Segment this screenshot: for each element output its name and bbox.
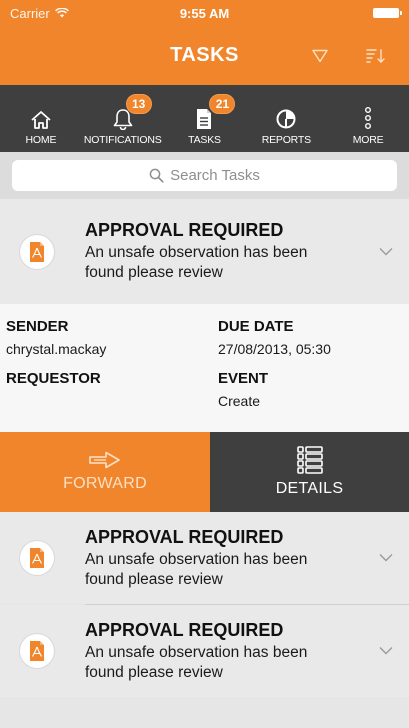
sender-value: chrystal.mackay bbox=[6, 341, 107, 357]
tab-reports[interactable]: REPORTS bbox=[245, 85, 327, 152]
task-title: APPROVAL REQUIRED bbox=[85, 526, 284, 547]
pie-chart-icon bbox=[276, 109, 296, 129]
tab-tasks-label: TASKS bbox=[188, 134, 221, 146]
header: Carrier 9:55 AM TASKS bbox=[0, 0, 409, 85]
task-description-line-1: An unsafe observation has been bbox=[85, 550, 308, 568]
task-item[interactable]: APPROVAL REQUIRED An unsafe observation … bbox=[0, 199, 409, 304]
requestor-label: REQUESTOR bbox=[6, 370, 101, 387]
task-text: APPROVAL REQUIRED An unsafe observation … bbox=[85, 527, 369, 590]
task-detail-panel: SENDER chrystal.mackay DUE DATE 27/08/20… bbox=[0, 304, 409, 432]
task-text: APPROVAL REQUIRED An unsafe observation … bbox=[85, 220, 369, 283]
status-carrier-group: Carrier bbox=[10, 6, 69, 21]
wifi-icon bbox=[54, 8, 69, 18]
task-description-line-1: An unsafe observation has been bbox=[85, 643, 308, 661]
tab-reports-icon-wrap bbox=[275, 100, 297, 130]
due-date-label: DUE DATE bbox=[218, 318, 294, 335]
tasks-badge: 21 bbox=[209, 94, 236, 114]
task-description-line-2: found please review bbox=[85, 570, 223, 588]
task-item[interactable]: APPROVAL REQUIRED An unsafe observation … bbox=[0, 605, 409, 697]
tab-more-icon-wrap bbox=[364, 100, 372, 130]
task-description-line-2: found please review bbox=[85, 264, 223, 281]
document-icon bbox=[197, 109, 212, 129]
task-title: APPROVAL REQUIRED bbox=[85, 619, 284, 640]
search-placeholder: Search Tasks bbox=[170, 167, 260, 184]
list-icon bbox=[296, 446, 323, 474]
nav-bar: TASKS bbox=[0, 26, 409, 85]
task-text: APPROVAL REQUIRED An unsafe observation … bbox=[85, 620, 369, 683]
forward-label: FORWARD bbox=[63, 475, 147, 492]
task-type-icon bbox=[20, 234, 54, 269]
status-bar: Carrier 9:55 AM bbox=[0, 0, 409, 26]
event-label: EVENT bbox=[218, 370, 269, 387]
sort-icon bbox=[366, 48, 385, 63]
tab-notifications-icon-wrap: 13 bbox=[112, 94, 152, 130]
requestor-group: REQUESTOR bbox=[6, 370, 101, 387]
task-description-line-1: An unsafe observation has been bbox=[85, 244, 308, 261]
task-description-line-2: found please review bbox=[85, 663, 223, 681]
tab-more[interactable]: MORE bbox=[327, 85, 409, 152]
page-title: TASKS bbox=[170, 44, 239, 66]
tab-bar: HOME 13 NOTIFICATIONS 21 TASKS REPORTS M… bbox=[0, 85, 409, 152]
tab-notifications[interactable]: 13 NOTIFICATIONS bbox=[82, 85, 164, 152]
due-date-group: DUE DATE 27/08/2013, 05:30 bbox=[218, 318, 331, 357]
filter-button[interactable] bbox=[305, 41, 335, 71]
search-icon bbox=[149, 168, 164, 183]
pdf-document-icon bbox=[30, 241, 44, 262]
tab-tasks[interactable]: 21 TASKS bbox=[164, 85, 246, 152]
tab-home[interactable]: HOME bbox=[0, 85, 82, 152]
carrier-label: Carrier bbox=[10, 5, 50, 21]
tab-home-icon-wrap bbox=[30, 100, 52, 130]
pdf-document-icon bbox=[30, 641, 44, 661]
notifications-badge: 13 bbox=[125, 94, 152, 114]
home-icon bbox=[31, 111, 51, 129]
tab-tasks-icon-wrap: 21 bbox=[195, 94, 236, 130]
battery-icon bbox=[373, 8, 402, 18]
search-bar: Search Tasks bbox=[0, 152, 409, 199]
sender-group: SENDER chrystal.mackay bbox=[6, 318, 106, 357]
forward-button[interactable]: FORWARD bbox=[0, 432, 210, 512]
task-type-icon bbox=[20, 541, 54, 575]
task-actions: FORWARD DETAILS bbox=[0, 432, 409, 512]
details-button[interactable]: DETAILS bbox=[210, 432, 409, 512]
task-item[interactable]: APPROVAL REQUIRED An unsafe observation … bbox=[0, 512, 409, 604]
sort-button[interactable] bbox=[361, 41, 391, 71]
tab-more-label: MORE bbox=[352, 134, 384, 146]
tab-reports-label: REPORTS bbox=[261, 134, 311, 146]
task-type-icon bbox=[20, 634, 54, 668]
chevron-down-icon[interactable] bbox=[379, 247, 393, 256]
pdf-document-icon bbox=[30, 548, 44, 568]
chevron-down-icon[interactable] bbox=[379, 647, 393, 656]
details-label: DETAILS bbox=[275, 480, 344, 497]
search-input[interactable]: Search Tasks bbox=[12, 160, 397, 191]
chevron-down-icon[interactable] bbox=[379, 554, 393, 563]
filter-icon bbox=[312, 49, 328, 62]
sender-label: SENDER bbox=[6, 318, 69, 335]
event-group: EVENT Create bbox=[218, 370, 268, 409]
tab-notifications-label: NOTIFICATIONS bbox=[83, 134, 162, 146]
event-value: Create bbox=[218, 393, 261, 409]
due-date-value: 27/08/2013, 05:30 bbox=[218, 341, 331, 357]
tab-home-label: HOME bbox=[25, 134, 57, 146]
task-title: APPROVAL REQUIRED bbox=[85, 220, 284, 240]
forward-arrow-icon bbox=[89, 451, 120, 469]
more-icon bbox=[365, 107, 372, 130]
